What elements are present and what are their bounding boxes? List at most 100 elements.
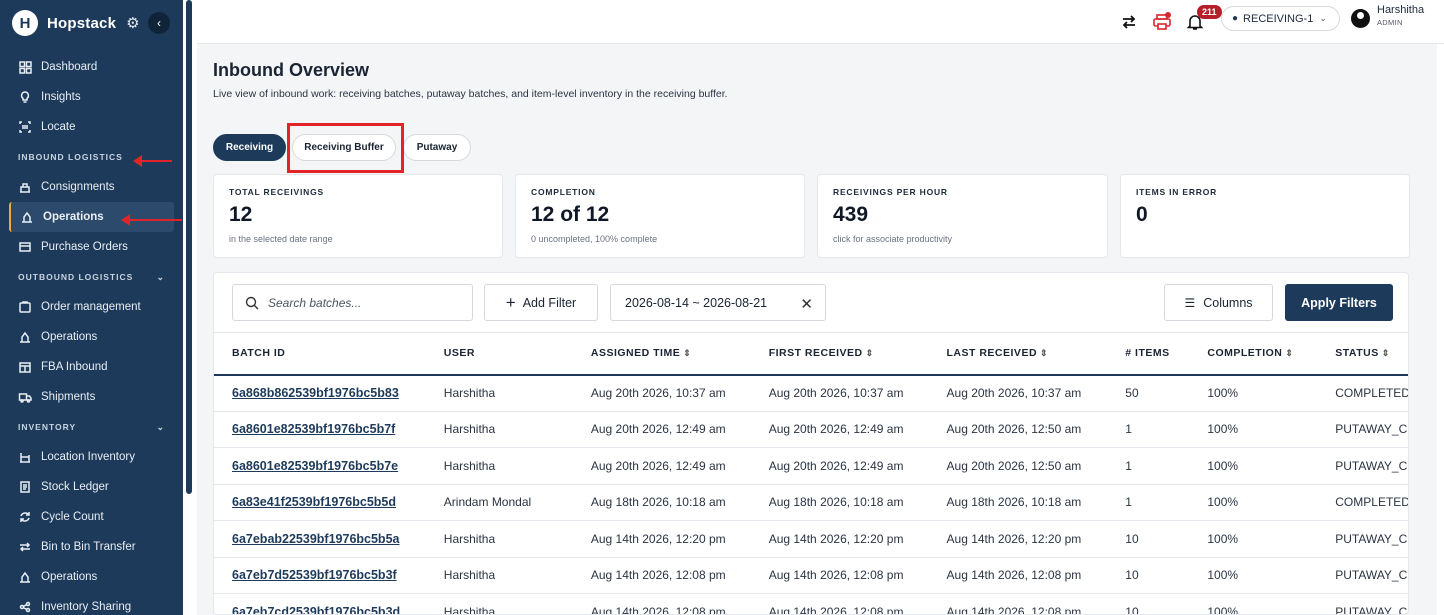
sidebar-item-inbound-logistics-purchase-orders[interactable]: Purchase Orders [0,232,183,262]
search-box[interactable] [232,284,473,321]
warehouse-selector[interactable]: ● RECEIVING-1 ⌄ [1221,6,1340,31]
cell-assigned-time: Aug 18th 2026, 10:18 am [572,484,751,521]
cell--items: 10 [1107,557,1190,594]
cell-first-received: Aug 20th 2026, 12:49 am [750,447,929,485]
cell-status: PUTAWAY_C [1317,447,1408,485]
user-name: Harshitha [1377,4,1425,16]
fba-icon [18,360,32,374]
stat-card-receivings-per-hour[interactable]: RECEIVINGS PER HOUR 439 click for associ… [817,174,1108,258]
table-row[interactable]: 6a7ebab22539bf1976bc5b5a Harshitha Aug 14t… [214,520,1408,558]
table-row[interactable]: 6a868b862539bf1976bc5b83 Harshitha Aug 20t… [214,374,1408,412]
apply-filters-button[interactable]: Apply Filters [1285,284,1393,321]
sidebar-item-label: Cycle Count [41,511,104,523]
search-input[interactable] [268,295,458,310]
column-header-last-received[interactable]: LAST RECEIVED ⇕ [928,332,1108,376]
switch-icon[interactable] [1120,0,1138,44]
sort-icon[interactable]: ⇕ [1040,348,1048,358]
sidebar-item-label: Purchase Orders [41,241,128,253]
column-header-assigned-time[interactable]: ASSIGNED TIME ⇕ [572,332,751,376]
sort-icon[interactable]: ⇕ [1285,348,1293,358]
cell-completion: 100% [1189,557,1318,594]
printer-icon[interactable] [1152,0,1172,44]
sidebar-item-inbound-logistics-consignments[interactable]: Consignments [0,172,183,202]
batches-table: BATCH ID USER ASSIGNED TIME ⇕ FIRST RECEIVED… [214,332,1408,614]
tab-receiving[interactable]: Receiving [213,134,286,161]
cell-status: PUTAWAY_C [1317,411,1408,448]
clear-date-icon[interactable]: ✕ [800,295,813,313]
columns-icon: ☰ [1184,295,1196,310]
stat-label: ITEMS IN ERROR [1136,187,1218,197]
sidebar-item-label: Operations [41,571,98,583]
table-row[interactable]: 6a8601e82539bf1976bc5b7f Harshitha Aug 20t… [214,411,1408,448]
sidebar-item-outbound-logistics-shipments[interactable]: Shipments [0,382,183,412]
sidebar-item-label: Stock Ledger [41,481,109,493]
sidebar-section-outbound-logistics[interactable]: OUTBOUND LOGISTICS ⌄ [0,262,183,292]
sidebar-item-outbound-logistics-order-management[interactable]: Order management [0,292,183,322]
chevron-down-icon[interactable]: ⌄ [156,422,165,433]
page-description: Live view of inbound work: receiving bat… [213,88,728,100]
table-row[interactable]: 6a83e41f2539bf1976bc5b5d Arindam Mondal Au… [214,484,1408,521]
cell-assigned-time: Aug 14th 2026, 12:08 pm [572,593,751,614]
cycle-icon [18,510,32,524]
sidebar-item-inventory-operations[interactable]: Operations [0,562,183,592]
page-scrollbar[interactable] [1437,44,1444,615]
add-filter-button[interactable]: + Add Filter [484,284,598,321]
sidebar-item-inventory-cycle-count[interactable]: Cycle Count [0,502,183,532]
sidebar-item-inventory-location-inventory[interactable]: Location Inventory [0,442,183,472]
sort-icon[interactable]: ⇕ [866,348,874,358]
sidebar-section-inventory[interactable]: INVENTORY ⌄ [0,412,183,442]
batch-id-link[interactable]: 6a8601e82539bf1976bc5b7f [214,411,426,448]
sidebar-section-title: OUTBOUND LOGISTICS [18,272,134,282]
sidebar-item-outbound-logistics-operations[interactable]: Operations [0,322,183,352]
table-row[interactable]: 6a8601e82539bf1976bc5b7e Harshitha Aug 20t… [214,447,1408,485]
cell-status: PUTAWAY_C [1317,557,1408,594]
batch-id-link[interactable]: 6a7ebab22539bf1976bc5b5a [214,520,426,558]
cell--items: 1 [1107,411,1190,448]
column-header-label: ASSIGNED TIME [590,347,681,360]
sidebar-item-inventory-bin-to-bin-transfer[interactable]: Bin to Bin Transfer [0,532,183,562]
sidebar-item-inventory-stock-ledger[interactable]: Stock Ledger [0,472,183,502]
stat-label: TOTAL RECEIVINGS [229,187,324,197]
sort-icon[interactable]: ⇕ [683,348,691,358]
collapse-sidebar-button[interactable]: ‹ [148,12,170,34]
batch-id-link[interactable]: 6a7eb7cd2539bf1976bc5b3d [214,593,426,614]
batch-id-link[interactable]: 6a83e41f2539bf1976bc5b5d [214,484,426,521]
order-icon [18,300,32,314]
cell-status: COMPLETED [1317,374,1408,412]
cell--items: 1 [1107,484,1190,521]
brand[interactable]: H Hopstack ⚙ [12,10,140,36]
sidebar-scrollbar[interactable] [186,0,192,494]
date-range-picker[interactable]: 2026-08-14 ~ 2026-08-21 ✕ [610,284,826,321]
batch-id-link[interactable]: 6a868b862539bf1976bc5b83 [214,374,426,412]
table-row[interactable]: 6a7eb7d52539bf1976bc5b3f Harshitha Aug 14t… [214,557,1408,594]
sidebar-item-label: Order management [41,301,141,313]
sidebar-item-dashboard[interactable]: Dashboard [0,52,183,82]
sidebar-item-inventory-inventory-sharing[interactable]: Inventory Sharing [0,592,183,615]
column-header-status[interactable]: STATUS ⇕ [1317,332,1408,376]
sidebar-item-inbound-logistics-operations[interactable]: Operations [9,202,174,232]
sidebar-item-outbound-logistics-fba-inbound[interactable]: FBA Inbound [0,352,183,382]
sidebar-section-title: INBOUND LOGISTICS [18,152,123,162]
user-menu[interactable]: Harshitha ADMIN [1351,4,1424,28]
cell-user: Harshitha [425,557,573,594]
cell-user: Harshitha [425,447,573,485]
tab-putaway[interactable]: Putaway [403,134,471,161]
sidebar-item-label: Location Inventory [41,451,135,463]
cell-user: Harshitha [425,520,573,558]
columns-button[interactable]: ☰ Columns [1164,284,1273,321]
user-role: ADMIN [1377,18,1403,27]
operations-icon [18,570,32,584]
chevron-down-icon[interactable]: ⌄ [156,272,165,283]
cell-user: Arindam Mondal [425,484,573,521]
cell-completion: 100% [1189,484,1318,521]
cell--items: 10 [1107,593,1190,614]
column-header-completion[interactable]: COMPLETION ⇕ [1189,332,1318,376]
sidebar-item-insights[interactable]: Insights [0,82,183,112]
batch-id-link[interactable]: 6a7eb7d52539bf1976bc5b3f [214,557,426,594]
gear-icon[interactable]: ⚙ [126,14,139,32]
sidebar-item-locate[interactable]: Locate [0,112,183,142]
column-header-first-received[interactable]: FIRST RECEIVED ⇕ [750,332,929,376]
batch-id-link[interactable]: 6a8601e82539bf1976bc5b7e [214,447,426,485]
table-row[interactable]: 6a7eb7cd2539bf1976bc5b3d Harshitha Aug 14t… [214,593,1408,614]
sort-icon[interactable]: ⇕ [1382,348,1390,358]
